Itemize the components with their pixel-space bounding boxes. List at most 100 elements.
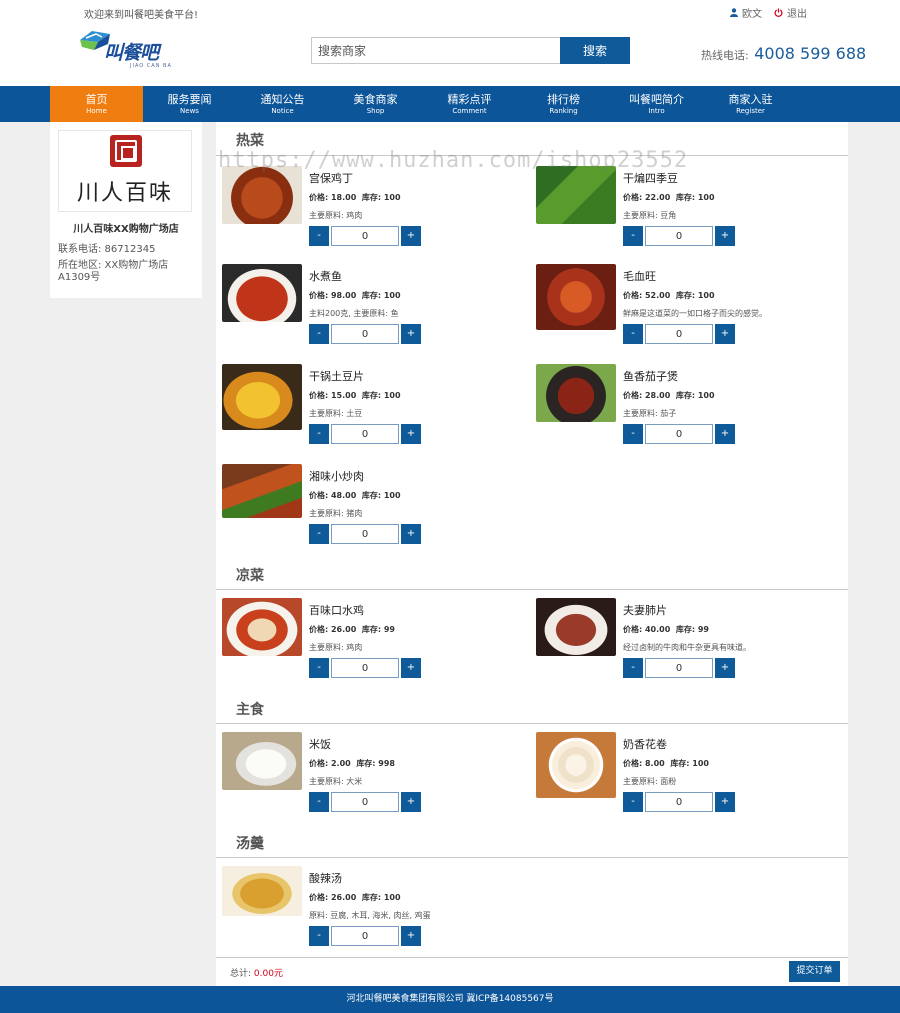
user-name: 欧文 <box>742 9 762 20</box>
dish-card: 奶香花卷 价格: 8.00 库存: 100 主要原料: 面粉 - + <box>530 732 830 822</box>
nav-item-news[interactable]: 服务要闻 News <box>143 86 236 122</box>
quantity-input[interactable] <box>331 524 399 544</box>
dish-name[interactable]: 鱼香茄子煲 <box>623 368 678 384</box>
total-label: 总计: <box>230 969 252 979</box>
decrease-button[interactable]: - <box>309 324 329 344</box>
nav-sublabel: Intro <box>648 107 665 115</box>
quantity-input[interactable] <box>645 792 713 812</box>
dish-name[interactable]: 毛血旺 <box>623 268 656 284</box>
dish-card: 干锅土豆片 价格: 15.00 库存: 100 主要原料: 土豆 - + <box>216 364 516 454</box>
search-input[interactable] <box>311 37 561 64</box>
dish-meta: 价格: 26.00 库存: 99 <box>309 624 395 635</box>
decrease-button[interactable]: - <box>309 658 329 678</box>
dish-name[interactable]: 米饭 <box>309 736 331 752</box>
decrease-button[interactable]: - <box>623 226 643 246</box>
increase-button[interactable]: + <box>715 226 735 246</box>
dish-name[interactable]: 奶香花卷 <box>623 736 667 752</box>
nav-sublabel: Comment <box>452 107 487 115</box>
dish-image <box>222 598 302 656</box>
dish-desc: 主要原料: 猪肉 <box>309 509 363 518</box>
site-logo[interactable]: 叫餐吧 JIAO CAN BA <box>78 26 171 72</box>
decrease-button[interactable]: - <box>623 424 643 444</box>
dish-meta: 价格: 26.00 库存: 100 <box>309 892 401 903</box>
nav-item-ranking[interactable]: 排行榜 Ranking <box>517 86 610 122</box>
dish-price: 价格: 40.00 <box>623 625 671 634</box>
dish-desc: 主料200克, 主要原料: 鱼 <box>309 309 399 318</box>
dish-price: 价格: 2.00 <box>309 759 351 768</box>
decrease-button[interactable]: - <box>309 926 329 946</box>
dish-image <box>536 598 616 656</box>
dish-meta: 价格: 28.00 库存: 100 <box>623 390 715 401</box>
dish-name[interactable]: 湘味小炒肉 <box>309 468 364 484</box>
increase-button[interactable]: + <box>401 658 421 678</box>
quantity-input[interactable] <box>331 926 399 946</box>
shop-address: 所在地区: XX购物广场店A1309号 <box>58 260 169 283</box>
header: 欢迎来到叫餐吧美食平台! 欧文 退出 叫餐吧 JIAO CAN BA 搜索 热线… <box>0 0 900 86</box>
increase-button[interactable]: + <box>715 424 735 444</box>
nav-item-comment[interactable]: 精彩点评 Comment <box>423 86 516 122</box>
quantity-input[interactable] <box>645 226 713 246</box>
nav-item-notice[interactable]: 通知公告 Notice <box>236 86 329 122</box>
category-divider <box>216 589 848 590</box>
dish-card: 湘味小炒肉 价格: 48.00 库存: 100 主要原料: 猪肉 - + <box>216 464 516 554</box>
decrease-button[interactable]: - <box>623 792 643 812</box>
dish-price: 价格: 98.00 <box>309 291 357 300</box>
increase-button[interactable]: + <box>715 658 735 678</box>
dish-stock: 库存: 100 <box>675 193 715 202</box>
dish-desc: 主要原料: 大米 <box>309 777 363 786</box>
search-button[interactable]: 搜索 <box>560 37 630 64</box>
dish-desc: 主要原料: 豆角 <box>623 211 677 220</box>
quantity-input[interactable] <box>331 792 399 812</box>
nav-sublabel: Shop <box>366 107 385 115</box>
dish-name[interactable]: 酸辣汤 <box>309 870 342 886</box>
increase-button[interactable]: + <box>715 792 735 812</box>
increase-button[interactable]: + <box>401 792 421 812</box>
dish-price: 价格: 18.00 <box>309 193 357 202</box>
submit-order-button[interactable]: 提交订单 <box>789 961 840 982</box>
dish-desc: 主要原料: 面粉 <box>623 777 677 786</box>
dish-card: 水煮鱼 价格: 98.00 库存: 100 主料200克, 主要原料: 鱼 - … <box>216 264 516 354</box>
dish-meta: 价格: 18.00 库存: 100 <box>309 192 401 203</box>
nav-item-home[interactable]: 首页 Home <box>50 86 143 122</box>
increase-button[interactable]: + <box>401 524 421 544</box>
decrease-button[interactable]: - <box>623 324 643 344</box>
decrease-button[interactable]: - <box>309 226 329 246</box>
nav-item-shop[interactable]: 美食商家 Shop <box>329 86 422 122</box>
increase-button[interactable]: + <box>401 424 421 444</box>
shop-card: 川人百味 川人百味XX购物广场店 联系电话: 86712345 所在地区: XX… <box>50 122 202 298</box>
dish-image <box>536 364 616 422</box>
user-link[interactable]: 欧文 <box>730 5 762 20</box>
dish-price: 价格: 15.00 <box>309 391 357 400</box>
dish-name[interactable]: 百味口水鸡 <box>309 602 364 618</box>
dish-card: 米饭 价格: 2.00 库存: 998 主要原料: 大米 - + <box>216 732 516 822</box>
quantity-input[interactable] <box>331 226 399 246</box>
category-title: 主食 <box>236 702 264 718</box>
quantity-input[interactable] <box>645 424 713 444</box>
dish-stock: 库存: 998 <box>356 759 395 768</box>
dish-name[interactable]: 干锅土豆片 <box>309 368 364 384</box>
dish-card: 毛血旺 价格: 52.00 库存: 100 鲜麻是这道菜的一如口格子而尖的感觉。… <box>530 264 830 354</box>
increase-button[interactable]: + <box>401 926 421 946</box>
decrease-button[interactable]: - <box>309 524 329 544</box>
dish-card: 夫妻肺片 价格: 40.00 库存: 99 经过卤制的牛肉和牛杂更具有味道。 -… <box>530 598 830 688</box>
quantity-input[interactable] <box>331 658 399 678</box>
dish-desc: 主要原料: 鸡肉 <box>309 211 363 220</box>
main-nav: 首页 Home 服务要闻 News 通知公告 Notice 美食商家 Shop … <box>0 86 900 122</box>
nav-item-intro[interactable]: 叫餐吧简介 Intro <box>610 86 703 122</box>
decrease-button[interactable]: - <box>309 792 329 812</box>
dish-stock: 库存: 100 <box>361 391 401 400</box>
quantity-input[interactable] <box>645 324 713 344</box>
increase-button[interactable]: + <box>715 324 735 344</box>
quantity-input[interactable] <box>645 658 713 678</box>
quantity-input[interactable] <box>331 424 399 444</box>
increase-button[interactable]: + <box>401 324 421 344</box>
dish-name[interactable]: 夫妻肺片 <box>623 602 667 618</box>
quantity-input[interactable] <box>331 324 399 344</box>
category-divider <box>216 723 848 724</box>
increase-button[interactable]: + <box>401 226 421 246</box>
nav-item-register[interactable]: 商家入驻 Register <box>704 86 797 122</box>
logout-link[interactable]: 退出 <box>774 5 807 20</box>
decrease-button[interactable]: - <box>309 424 329 444</box>
dish-name[interactable]: 水煮鱼 <box>309 268 342 284</box>
decrease-button[interactable]: - <box>623 658 643 678</box>
